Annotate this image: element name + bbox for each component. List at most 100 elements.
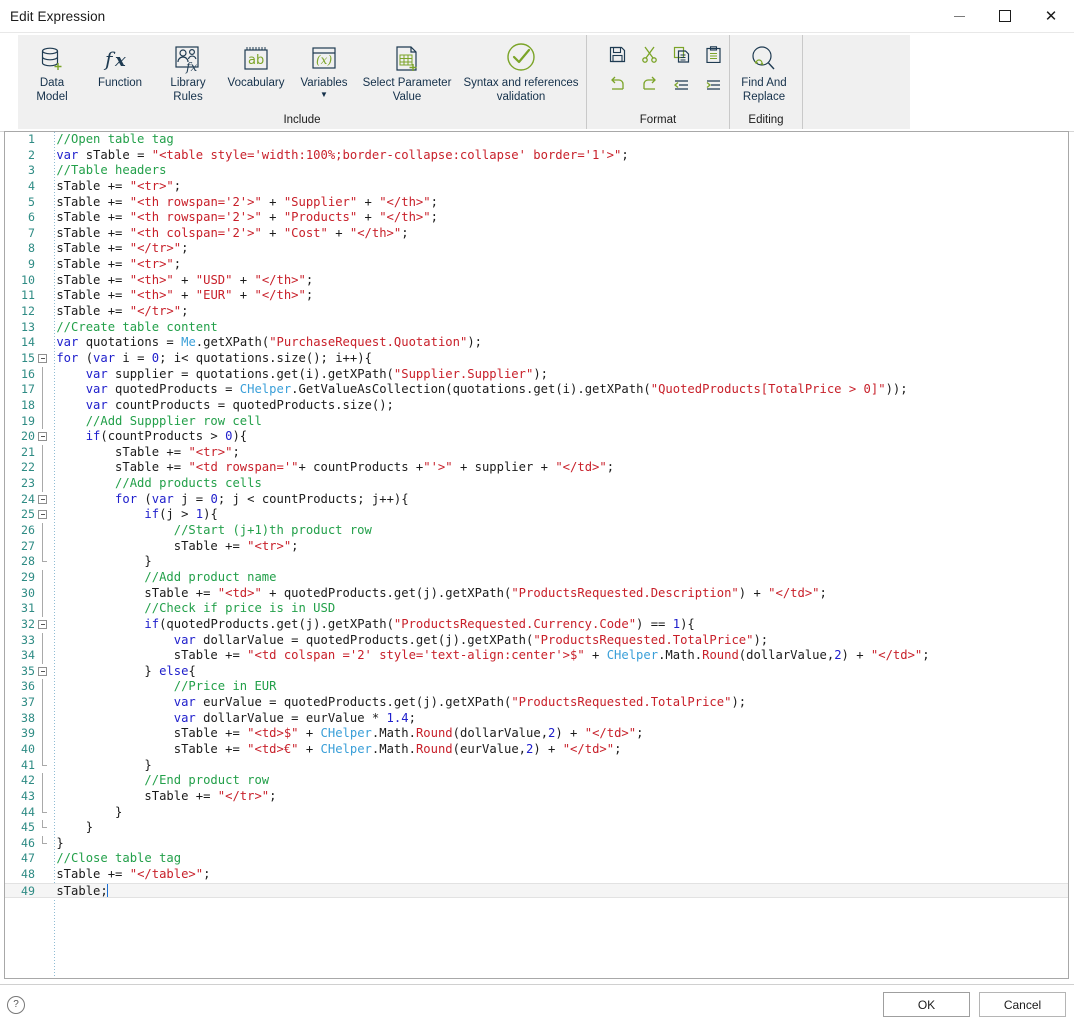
code-line[interactable]: 7 sTable += "<th colspan='2'>" + "Cost" …	[5, 226, 1068, 242]
code-line[interactable]: 24 for (var j = 0; j < countProducts; j+…	[5, 492, 1068, 508]
fold-guide	[35, 460, 49, 477]
code-line[interactable]: 49 sTable;	[5, 882, 1068, 899]
syntax-validation-button[interactable]: Syntax and references validation	[456, 35, 586, 104]
function-button[interactable]: f x Function	[86, 35, 154, 91]
code-line[interactable]: 40 sTable += "<td>€" + CHelper.Math.Roun…	[5, 741, 1068, 758]
code-line[interactable]: 25 if(j > 1){	[5, 507, 1068, 523]
code-line[interactable]: 37 var eurValue = quotedProducts.get(j).…	[5, 695, 1068, 711]
fold-toggle-icon[interactable]	[35, 492, 49, 508]
code-line[interactable]: 35 } else{	[5, 664, 1068, 680]
clipboard-icon	[705, 46, 722, 66]
code-line[interactable]: 19 //Add Suppplier row cell	[5, 413, 1068, 430]
expression-editor-panel[interactable]: 1 //Open table tag 2 var sTable = "<table…	[4, 131, 1069, 979]
code-text: //Close table tag	[56, 851, 182, 866]
code-line[interactable]: 48 sTable += "</table>";	[5, 867, 1068, 883]
code-line[interactable]: 44 }	[5, 804, 1068, 821]
chevron-down-icon[interactable]: ▼	[320, 90, 328, 99]
redo-button[interactable]	[633, 71, 665, 101]
fold-toggle-icon[interactable]	[35, 507, 49, 523]
code-text: sTable += "</table>";	[56, 867, 211, 882]
variables-button[interactable]: (x) Variables ▼	[290, 35, 358, 99]
ribbon-group-editing: Find And Replace Editing	[729, 35, 802, 129]
code-line[interactable]: 39 sTable += "<td>$" + CHelper.Math.Roun…	[5, 726, 1068, 742]
code-line[interactable]: 1 //Open table tag	[5, 132, 1068, 148]
code-line[interactable]: 21 sTable += "<tr>";	[5, 444, 1068, 461]
code-line[interactable]: 5 sTable += "<th rowspan='2'>" + "Suppli…	[5, 195, 1068, 211]
code-line[interactable]: 14 var quotations = Me.getXPath("Purchas…	[5, 335, 1068, 351]
code-line[interactable]: 13 //Create table content	[5, 320, 1068, 336]
help-icon[interactable]: ?	[7, 995, 25, 1014]
indent-button[interactable]	[697, 71, 729, 101]
code-line[interactable]: 12 sTable += "</tr>";	[5, 304, 1068, 320]
code-line[interactable]: 38 var dollarValue = eurValue * 1.4;	[5, 710, 1068, 727]
minimize-button[interactable]	[936, 0, 982, 32]
code-line[interactable]: 22 sTable += "<td rowspan='"+ countProdu…	[5, 460, 1068, 477]
code-line[interactable]: 47 //Close table tag	[5, 851, 1068, 867]
line-number: 43	[21, 788, 35, 803]
paste-button[interactable]	[697, 41, 729, 71]
code-line[interactable]: 42 //End product row	[5, 773, 1068, 789]
code-line[interactable]: 17 var quotedProducts = CHelper.GetValue…	[5, 382, 1068, 398]
code-line[interactable]: 26 //Start (j+1)th product row	[5, 523, 1068, 539]
line-number: 9	[28, 257, 35, 272]
code-line[interactable]: 31 //Check if price is in USD	[5, 601, 1068, 617]
vocabulary-button[interactable]: ab Vocabulary	[222, 35, 290, 91]
code-line[interactable]: 20 if(countProducts > 0){	[5, 429, 1068, 445]
code-line[interactable]: 6 sTable += "<th rowspan='2'>" + "Produc…	[5, 210, 1068, 226]
code-line[interactable]: 32 if(quotedProducts.get(j).getXPath("Pr…	[5, 617, 1068, 633]
line-number: 1	[28, 132, 35, 146]
cancel-button[interactable]: Cancel	[979, 992, 1066, 1017]
fold-guide	[35, 132, 49, 148]
select-parameter-value-button[interactable]: Select Parameter Value	[358, 35, 456, 104]
code-line[interactable]: 43 sTable += "</tr>";	[5, 788, 1068, 805]
code-line[interactable]: 46 }	[5, 835, 1068, 852]
fold-toggle-icon[interactable]	[35, 617, 49, 633]
code-line[interactable]: 30 sTable += "<td>" + quotedProducts.get…	[5, 585, 1068, 602]
code-line[interactable]: 3 //Table headers	[5, 163, 1068, 179]
code-line[interactable]: 23 //Add products cells	[5, 476, 1068, 492]
line-number: 15	[21, 350, 35, 365]
fold-guide	[35, 523, 49, 539]
code-line[interactable]: 10 sTable += "<th>" + "USD" + "</th>";	[5, 273, 1068, 289]
outdent-button[interactable]	[665, 71, 697, 101]
code-line[interactable]: 18 var countProducts = quotedProducts.si…	[5, 397, 1068, 414]
undo-button[interactable]	[601, 71, 633, 101]
code-text: } else{	[144, 663, 196, 678]
copy-button[interactable]	[665, 41, 697, 71]
code-line[interactable]: 9 sTable += "<tr>";	[5, 257, 1068, 273]
vocabulary-label: Vocabulary	[227, 77, 285, 89]
minimize-icon	[953, 15, 965, 17]
cut-button[interactable]	[633, 41, 665, 71]
code-line[interactable]: 15 for (var i = 0; i< quotations.size();…	[5, 351, 1068, 367]
code-line[interactable]: 41 }	[5, 757, 1068, 774]
data-model-button[interactable]: Data Model	[18, 35, 86, 104]
ok-button[interactable]: OK	[883, 992, 970, 1017]
code-line[interactable]: 34 sTable += "<td colspan ='2' style='te…	[5, 648, 1068, 664]
code-editor[interactable]: 1 //Open table tag 2 var sTable = "<table…	[5, 132, 1068, 978]
code-line[interactable]: 8 sTable += "</tr>";	[5, 241, 1068, 257]
save-button[interactable]	[601, 41, 633, 71]
line-number: 8	[28, 241, 35, 256]
code-line[interactable]: 2 var sTable = "<table style='width:100%…	[5, 148, 1068, 164]
code-line[interactable]: 4 sTable += "<tr>";	[5, 179, 1068, 195]
line-number: 26	[21, 523, 35, 538]
fold-toggle-icon[interactable]	[35, 351, 49, 367]
database-plus-icon	[37, 41, 67, 77]
maximize-button[interactable]	[982, 0, 1028, 32]
code-line[interactable]: 16 var supplier = quotations.get(i).getX…	[5, 366, 1068, 383]
code-line[interactable]: 33 var dollarValue = quotedProducts.get(…	[5, 632, 1068, 649]
fold-guide	[35, 148, 49, 164]
code-line[interactable]: 11 sTable += "<th>" + "EUR" + "</th>";	[5, 288, 1068, 304]
line-number: 17	[21, 382, 35, 397]
find-and-replace-button[interactable]: Find And Replace	[730, 35, 798, 104]
fold-toggle-icon[interactable]	[35, 429, 49, 445]
fold-guide	[35, 241, 49, 257]
code-line[interactable]: 36 //Price in EUR	[5, 679, 1068, 696]
close-button[interactable]: ✕	[1028, 0, 1074, 32]
code-line[interactable]: 28 }	[5, 554, 1068, 570]
fold-toggle-icon[interactable]	[35, 664, 49, 680]
library-rules-button[interactable]: fx Library Rules	[154, 35, 222, 104]
code-line[interactable]: 29 //Add product name	[5, 569, 1068, 586]
code-line[interactable]: 27 sTable += "<tr>";	[5, 538, 1068, 555]
code-line[interactable]: 45 }	[5, 820, 1068, 836]
